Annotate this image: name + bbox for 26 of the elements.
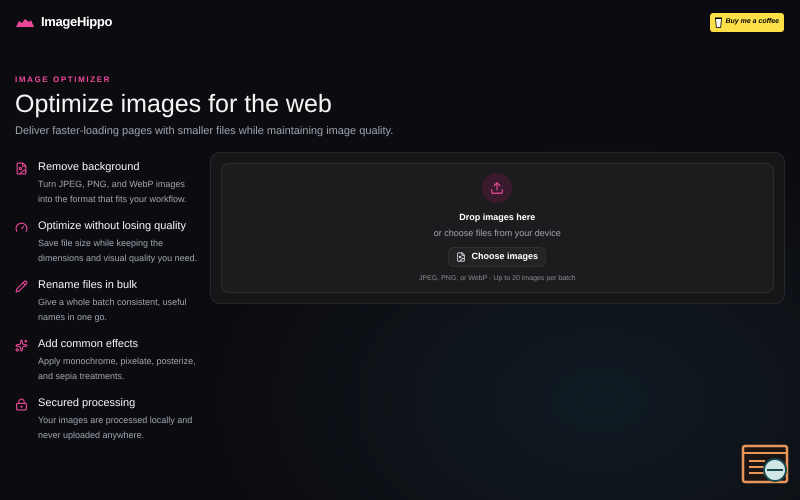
feature-title: Remove background [38, 160, 141, 174]
choose-images-button[interactable]: Choose images [448, 246, 546, 266]
feature-title: Secured processing [38, 396, 136, 410]
sparkles-icon [15, 338, 28, 352]
pencil-icon [15, 280, 28, 292]
image-file-icon [456, 252, 466, 262]
feature-title: Rename files in bulk [38, 278, 138, 292]
feature-description: Turn JPEG, PNG, and WebP images into the format that fits your workflow. [38, 178, 188, 206]
logo-icon [16, 18, 34, 26]
upload-icon [490, 180, 504, 194]
feature-description: Give a whole batch consistent, useful names in one go. [38, 296, 188, 324]
cup-icon [715, 16, 722, 28]
eyebrow-label: IMAGE OPTIMIZER [15, 74, 112, 86]
page-subtitle: Deliver faster-loading pages with smaller files while maintaining image quality. [15, 124, 394, 139]
feature-title: Add common effects [38, 336, 140, 352]
lock-icon [15, 398, 28, 410]
page-title: Optimize images for the web [15, 89, 333, 119]
image-file-icon [15, 162, 28, 174]
feature-description: Save file size while keeping the dimensions and visual quality you need. [38, 236, 198, 265]
feature-description: Apply monochrome, pixelate, posterize, and sepia treatments. [38, 354, 197, 383]
feature-description: Your images are processed locally and never uploaded anywhere. [38, 414, 194, 442]
feature-title: Optimize without losing quality [38, 218, 187, 234]
drop-subtitle: or choose files from your device [434, 227, 561, 240]
brand-name: ImageHippo [41, 13, 112, 32]
drop-title: Drop images here [459, 210, 536, 224]
gauge-icon [15, 220, 28, 234]
